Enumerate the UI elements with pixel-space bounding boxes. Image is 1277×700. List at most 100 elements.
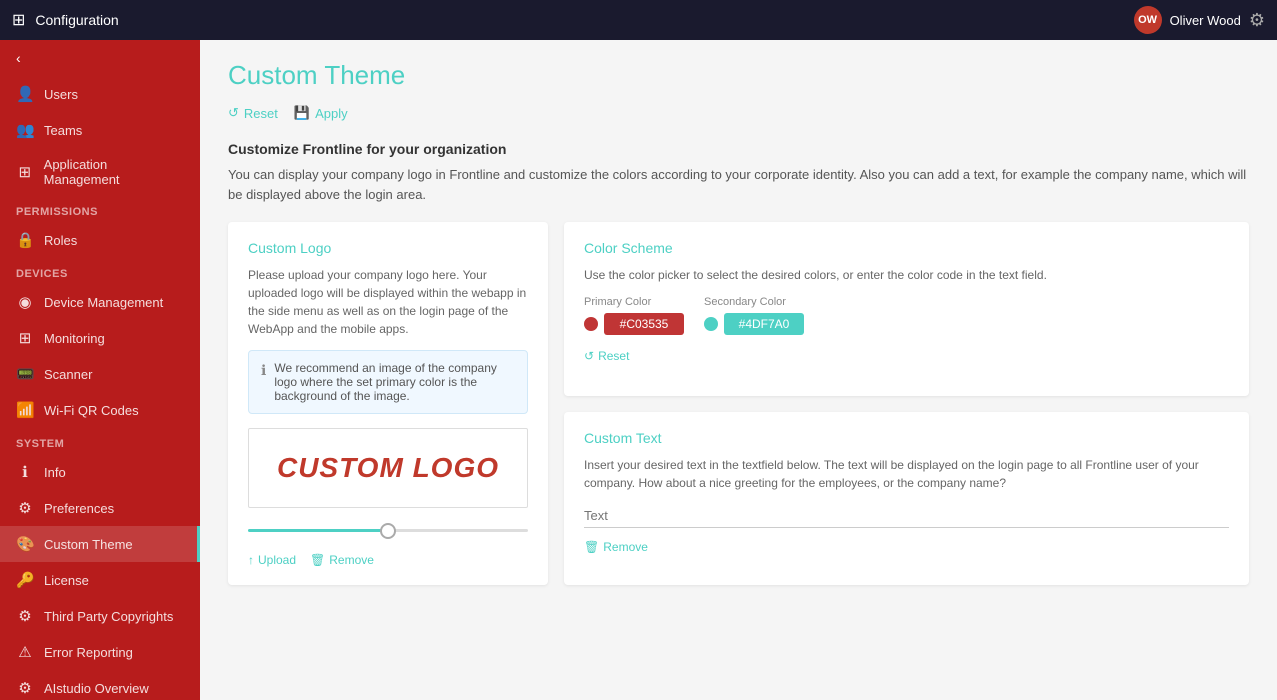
license-icon: 🔑: [16, 571, 34, 589]
sidebar-item-info[interactable]: ℹ Info: [0, 454, 200, 490]
logo-preview: CUSTOM LOGO: [248, 428, 528, 508]
logo-info-box: ℹ We recommend an image of the company l…: [248, 350, 528, 414]
devices-section-label: DEVICES: [0, 258, 200, 284]
device-mgmt-icon: ◉: [16, 293, 34, 311]
wifi-icon: 📶: [16, 401, 34, 419]
sidebar-label-third-party: Third Party Copyrights: [44, 609, 173, 624]
topbar: ⊞ Configuration OW Oliver Wood ⚙: [0, 0, 1277, 40]
user-settings-icon[interactable]: ⚙: [1249, 10, 1265, 31]
sidebar-label-monitoring: Monitoring: [44, 331, 105, 346]
logo-preview-text: CUSTOM LOGO: [277, 452, 499, 484]
sidebar-item-preferences[interactable]: ⚙ Preferences: [0, 490, 200, 526]
primary-color-input-row: [584, 313, 684, 335]
sidebar-label-wifi: Wi-Fi QR Codes: [44, 403, 139, 418]
system-section-label: SYSTEM: [0, 428, 200, 454]
logo-remove-button[interactable]: 🗑 Remove: [310, 553, 374, 567]
users-icon: 👤: [16, 85, 34, 103]
reset-icon: ↺: [228, 105, 239, 121]
secondary-color-dot: [704, 317, 718, 331]
sidebar-item-app-management[interactable]: ⊞ Application Management: [0, 148, 200, 196]
logo-slider-container: [248, 516, 528, 539]
color-row: Primary Color Secondary Color: [584, 296, 1229, 335]
color-card-desc: Use the color picker to select the desir…: [584, 266, 1229, 284]
sidebar-item-wifi-qr[interactable]: 📶 Wi-Fi QR Codes: [0, 392, 200, 428]
sidebar-label-preferences: Preferences: [44, 501, 114, 516]
sidebar-label-users: Users: [44, 87, 78, 102]
custom-text-input[interactable]: [584, 504, 1229, 528]
toolbar: ↺ Reset 💾 Apply: [228, 105, 1249, 121]
intro-title: Customize Frontline for your organizatio…: [228, 141, 1249, 157]
sidebar-item-aistudio[interactable]: ⚙ AIstudio Overview: [0, 670, 200, 700]
color-reset-icon: ↺: [584, 349, 594, 363]
sidebar-label-app-mgmt: Application Management: [44, 157, 184, 187]
sidebar-label-teams: Teams: [44, 123, 82, 138]
secondary-color-group: Secondary Color: [704, 296, 804, 335]
sidebar-item-custom-theme[interactable]: 🎨 Custom Theme: [0, 526, 200, 562]
primary-color-group: Primary Color: [584, 296, 684, 335]
scanner-icon: 📟: [16, 365, 34, 383]
active-indicator: [197, 526, 200, 562]
sidebar-item-license[interactable]: 🔑 License: [0, 562, 200, 598]
cards-row: Custom Logo Please upload your company l…: [228, 222, 1249, 585]
logo-card: Custom Logo Please upload your company l…: [228, 222, 548, 585]
right-column: Color Scheme Use the color picker to sel…: [564, 222, 1249, 585]
grid-icon[interactable]: ⊞: [12, 10, 25, 30]
main-content: Custom Theme ↺ Reset 💾 Apply Customize F…: [200, 40, 1277, 700]
logo-size-slider[interactable]: [248, 529, 528, 532]
page-title: Custom Theme: [228, 60, 1249, 91]
intro-desc: You can display your company logo in Fro…: [228, 165, 1249, 204]
apply-icon: 💾: [294, 105, 310, 121]
upload-icon: ↑: [248, 553, 254, 567]
sidebar-label-info: Info: [44, 465, 66, 480]
user-name: Oliver Wood: [1170, 13, 1241, 28]
sidebar-item-users[interactable]: 👤 Users: [0, 76, 200, 112]
aistudio-icon: ⚙: [16, 679, 34, 697]
text-card-desc: Insert your desired text in the textfiel…: [584, 456, 1229, 492]
logo-card-desc: Please upload your company logo here. Yo…: [248, 266, 528, 338]
sidebar-item-error-reporting[interactable]: ⚠ Error Reporting: [0, 634, 200, 670]
apply-button[interactable]: 💾 Apply: [294, 105, 348, 121]
logo-card-actions: ↑ Upload 🗑 Remove: [248, 553, 528, 567]
secondary-color-input[interactable]: [724, 313, 804, 335]
preferences-icon: ⚙: [16, 499, 34, 517]
sidebar-label-scanner: Scanner: [44, 367, 92, 382]
topbar-left: ⊞ Configuration: [12, 10, 119, 30]
user-avatar: OW: [1134, 6, 1162, 34]
sidebar-item-scanner[interactable]: 📟 Scanner: [0, 356, 200, 392]
text-remove-button[interactable]: 🗑 Remove: [584, 540, 648, 554]
sidebar-item-monitoring[interactable]: ⊞ Monitoring: [0, 320, 200, 356]
text-card-actions: 🗑 Remove: [584, 540, 1229, 554]
text-card-title: Custom Text: [584, 430, 1229, 446]
sidebar-label-custom-theme: Custom Theme: [44, 537, 133, 552]
remove-icon: 🗑: [310, 553, 325, 567]
primary-color-input[interactable]: [604, 313, 684, 335]
color-card: Color Scheme Use the color picker to sel…: [564, 222, 1249, 396]
back-arrow-icon: ‹: [16, 50, 21, 66]
text-remove-icon: 🗑: [584, 540, 599, 554]
monitoring-icon: ⊞: [16, 329, 34, 347]
sidebar-label-device-mgmt: Device Management: [44, 295, 163, 310]
app-management-icon: ⊞: [16, 163, 34, 181]
info-icon: ℹ: [16, 463, 34, 481]
text-card: Custom Text Insert your desired text in …: [564, 412, 1249, 586]
secondary-color-label: Secondary Color: [704, 296, 804, 308]
sidebar-item-roles[interactable]: 🔒 Roles: [0, 222, 200, 258]
sidebar-item-device-management[interactable]: ◉ Device Management: [0, 284, 200, 320]
sidebar: ‹ 👤 Users 👥 Teams ⊞ Application Manageme…: [0, 40, 200, 700]
permissions-section-label: PERMISSIONS: [0, 196, 200, 222]
sidebar-item-third-party[interactable]: ⚙ Third Party Copyrights: [0, 598, 200, 634]
logo-card-title: Custom Logo: [248, 240, 528, 256]
color-reset-button[interactable]: ↺ Reset: [584, 349, 629, 363]
primary-color-dot: [584, 317, 598, 331]
sidebar-back-button[interactable]: ‹: [0, 40, 200, 76]
teams-icon: 👥: [16, 121, 34, 139]
error-reporting-icon: ⚠: [16, 643, 34, 661]
sidebar-item-teams[interactable]: 👥 Teams: [0, 112, 200, 148]
primary-color-label: Primary Color: [584, 296, 684, 308]
topbar-right: OW Oliver Wood ⚙: [1134, 6, 1265, 34]
reset-button[interactable]: ↺ Reset: [228, 105, 278, 121]
sidebar-label-aistudio: AIstudio Overview: [44, 681, 149, 696]
upload-button[interactable]: ↑ Upload: [248, 553, 296, 567]
sidebar-label-license: License: [44, 573, 89, 588]
sidebar-label-error-reporting: Error Reporting: [44, 645, 133, 660]
